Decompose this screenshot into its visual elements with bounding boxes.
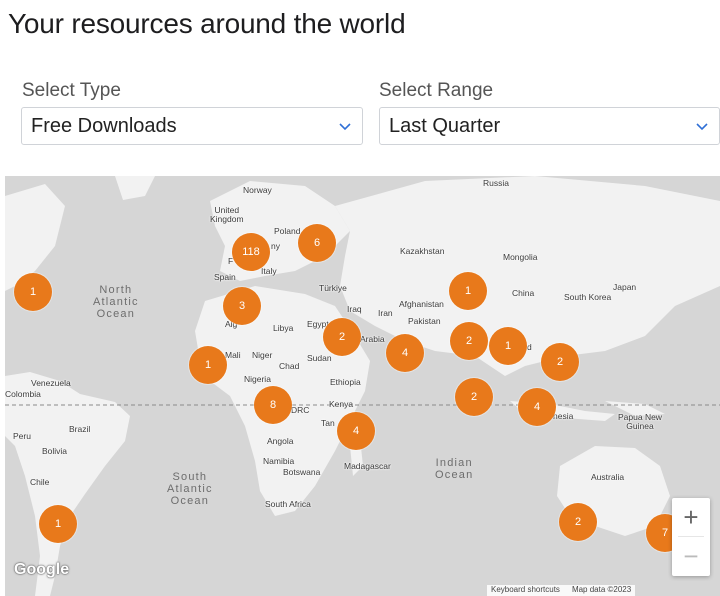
label-south-korea: South Korea — [564, 292, 612, 302]
label-pakistan: Pakistan — [408, 316, 441, 326]
world-map[interactable]: Norway United Kingdom Poland ny F Italy … — [5, 176, 720, 596]
label-russia: Russia — [483, 178, 509, 188]
label-china: China — [512, 288, 535, 298]
cluster-marker-north-africa[interactable]: 3 — [223, 287, 261, 325]
label-spain: Spain — [214, 272, 236, 282]
cluster-marker-indian-ocean[interactable]: 2 — [455, 378, 493, 416]
page-title: Your resources around the world — [8, 8, 406, 39]
label-germany: ny — [271, 241, 280, 251]
label-uk: United Kingdom — [210, 205, 244, 224]
cluster-marker-north-america[interactable]: 1 — [14, 273, 52, 311]
label-norway: Norway — [243, 185, 272, 195]
label-italy: Italy — [261, 266, 277, 276]
cluster-marker-india[interactable]: 2 — [450, 322, 488, 360]
label-iraq: Iraq — [347, 304, 362, 314]
label-bolivia: Bolivia — [42, 446, 68, 456]
map-attribution: Keyboard shortcuts Map data ©2023 — [487, 585, 636, 596]
cluster-marker-philippines[interactable]: 2 — [541, 343, 579, 381]
label-poland: Poland — [274, 226, 301, 236]
chevron-down-icon — [696, 123, 708, 131]
label-turkiye: Türkiye — [319, 283, 347, 293]
label-japan: Japan — [613, 282, 637, 292]
label-chile: Chile — [30, 477, 50, 487]
keyboard-shortcuts-link[interactable]: Keyboard shortcuts — [491, 585, 560, 596]
range-label: Select Range — [379, 80, 494, 101]
label-colombia: Colombia — [5, 389, 41, 399]
label-indian-ocean: Indian Ocean — [435, 457, 474, 481]
label-kazakhstan: Kazakhstan — [400, 246, 445, 256]
label-australia: Australia — [591, 472, 625, 482]
cluster-marker-east-africa[interactable]: 4 — [337, 412, 375, 450]
cluster-marker-indonesia[interactable]: 4 — [518, 388, 556, 426]
label-south-africa: South Africa — [265, 499, 311, 509]
label-mali: Mali — [225, 350, 241, 360]
label-sudan: Sudan — [307, 353, 332, 363]
label-india-fragment: d — [527, 342, 532, 352]
cluster-marker-arabian-sea[interactable]: 4 — [386, 334, 424, 372]
zoom-out-button[interactable]: − — [672, 537, 710, 575]
map-data-credit[interactable]: Map data ©2023 — [572, 585, 631, 596]
label-iran: Iran — [378, 308, 393, 318]
label-venezuela: Venezuela — [31, 378, 71, 388]
label-north-atlantic: North Atlantic Ocean — [93, 284, 139, 320]
label-angola: Angola — [267, 436, 294, 446]
label-niger: Niger — [252, 350, 273, 360]
cluster-marker-west-africa[interactable]: 1 — [189, 346, 227, 384]
label-nigeria: Nigeria — [244, 374, 271, 384]
type-select-value: Free Downloads — [31, 114, 177, 137]
cluster-marker-middle-east[interactable]: 2 — [323, 318, 361, 356]
label-afghanistan: Afghanistan — [399, 299, 444, 309]
cluster-marker-central-africa[interactable]: 8 — [254, 386, 292, 424]
cluster-marker-western-europe[interactable]: 118 — [232, 233, 270, 271]
label-libya: Libya — [273, 323, 294, 333]
label-papua: Papua New Guinea — [618, 412, 662, 431]
label-kenya: Kenya — [329, 399, 354, 409]
zoom-control: + − — [672, 498, 710, 576]
label-mongolia: Mongolia — [503, 252, 538, 262]
type-select[interactable]: Free Downloads — [21, 107, 363, 145]
cluster-marker-eastern-europe[interactable]: 6 — [298, 224, 336, 262]
label-drc: DRC — [291, 405, 310, 415]
range-select[interactable]: Last Quarter — [379, 107, 720, 145]
label-tanzania: Tan — [321, 418, 335, 428]
google-logo: Google — [14, 561, 70, 578]
label-madagascar: Madagascar — [344, 461, 391, 471]
map-background — [5, 176, 720, 596]
label-indonesia: nesia — [553, 411, 574, 421]
type-label: Select Type — [22, 80, 121, 101]
label-namibia: Namibia — [263, 456, 295, 466]
cluster-marker-south-america[interactable]: 1 — [39, 505, 77, 543]
chevron-down-icon — [339, 123, 351, 131]
label-brazil: Brazil — [69, 424, 91, 434]
zoom-in-button[interactable]: + — [672, 498, 710, 536]
range-select-value: Last Quarter — [389, 114, 501, 137]
label-botswana: Botswana — [283, 467, 321, 477]
label-south-atlantic: South Atlantic Ocean — [167, 471, 213, 507]
label-chad: Chad — [279, 361, 300, 371]
cluster-marker-australia-south[interactable]: 2 — [559, 503, 597, 541]
label-arabia: Arabia — [360, 334, 385, 344]
cluster-marker-central-asia[interactable]: 1 — [449, 272, 487, 310]
label-peru: Peru — [13, 431, 31, 441]
cluster-marker-southeast-asia[interactable]: 1 — [489, 327, 527, 365]
label-ethiopia: Ethiopia — [330, 377, 361, 387]
